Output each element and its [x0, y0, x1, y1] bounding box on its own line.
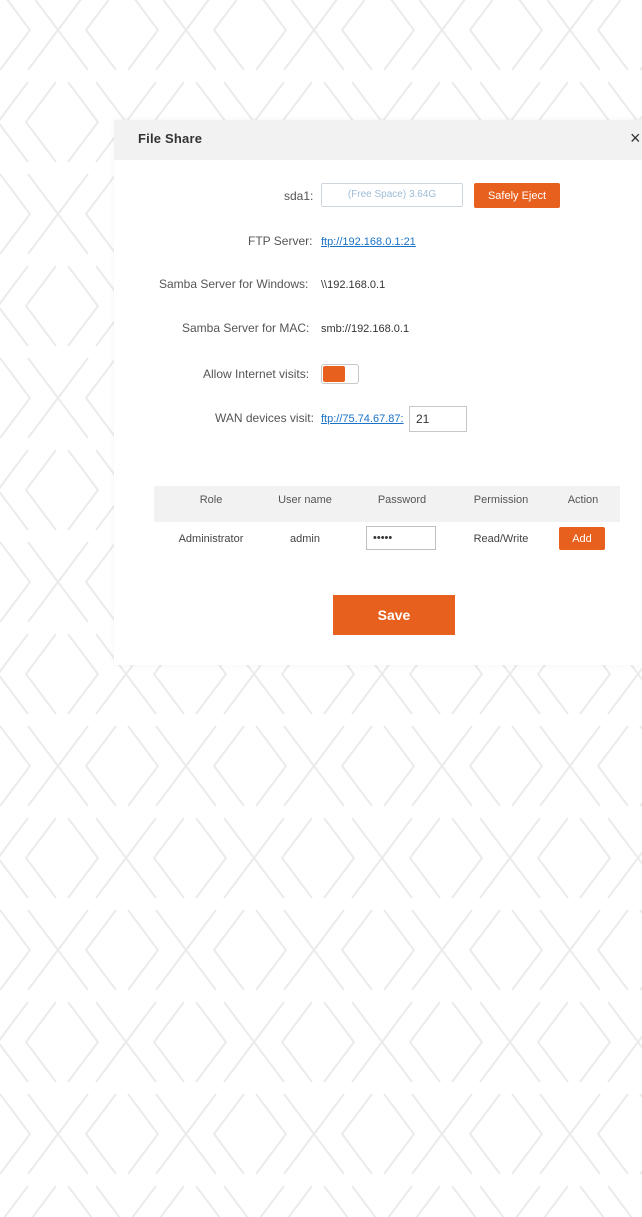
- allow-internet-label: Allow Internet visits:: [203, 367, 310, 381]
- column-header-permission: Permission: [473, 494, 529, 506]
- samba-windows-value: \\192.168.0.1: [321, 279, 386, 291]
- toggle-knob: [323, 366, 345, 382]
- wan-visit-link[interactable]: ftp://75.74.67.87:: [321, 413, 404, 425]
- column-header-role: Role: [199, 494, 223, 506]
- add-user-button[interactable]: Add: [559, 527, 605, 550]
- samba-windows-label: Samba Server for Windows:: [159, 277, 309, 291]
- storage-label: sda1:: [284, 189, 314, 203]
- password-input[interactable]: [366, 526, 436, 550]
- wan-visit-label: WAN devices visit:: [215, 411, 314, 425]
- ftp-server-label: FTP Server:: [248, 234, 313, 248]
- samba-mac-label: Samba Server for MAC:: [182, 321, 310, 335]
- dialog-title: File Share: [138, 131, 203, 146]
- row-permission: Read/Write: [473, 533, 529, 545]
- samba-mac-value: smb://192.168.0.1: [321, 323, 410, 335]
- safely-eject-button[interactable]: Safely Eject: [474, 183, 560, 208]
- ftp-server-link[interactable]: ftp://192.168.0.1:21: [321, 236, 416, 248]
- file-share-dialog: File Share × sda1: (Free Space) 3.64G Sa…: [114, 120, 642, 665]
- wan-port-input[interactable]: [409, 406, 467, 432]
- save-button[interactable]: Save: [333, 595, 455, 635]
- allow-internet-toggle[interactable]: [321, 364, 359, 384]
- column-header-password: Password: [377, 494, 427, 506]
- column-header-username: User name: [278, 494, 332, 506]
- row-role: Administrator: [178, 533, 244, 545]
- row-username: admin: [290, 533, 320, 545]
- close-icon[interactable]: ×: [630, 128, 642, 148]
- dialog-header: File Share ×: [114, 120, 642, 160]
- free-space-field: (Free Space) 3.64G: [321, 183, 463, 207]
- column-header-action: Action: [567, 494, 599, 506]
